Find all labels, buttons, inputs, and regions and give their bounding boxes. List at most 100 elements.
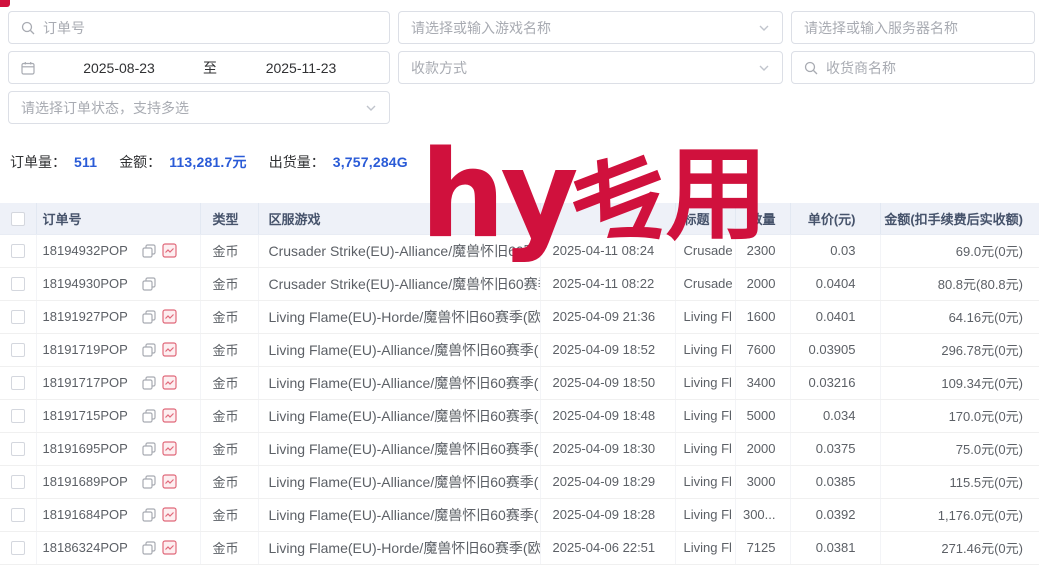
row-checkbox[interactable] [11,376,25,390]
row-checkbox-cell[interactable] [0,267,36,300]
order-status-select[interactable]: 请选择订单状态，支持多选 [8,91,390,124]
copy-icon[interactable] [142,541,156,555]
order-number-search-field[interactable] [8,11,390,44]
screenshot-image-icon[interactable] [162,243,177,258]
game-server-cell: Living Flame(EU)-Horde/魔兽怀旧60赛季(欧 [258,531,540,564]
order-number: 18191717POP [43,375,128,390]
stat-shipment-value: 3,757,284G [333,154,408,170]
qty-cell: 2300 [735,234,790,267]
type-cell: 金币 [200,399,258,432]
table-row: 18191717POP金币Living Flame(EU)-Alliance/魔… [0,366,1039,399]
amount-cell: 170.0元(0元) [880,399,1039,432]
row-checkbox[interactable] [11,475,25,489]
row-checkbox-cell[interactable] [0,432,36,465]
date-range-picker[interactable]: 2025-08-23 至 2025-11-23 [8,51,390,84]
screenshot-image-icon[interactable] [162,342,177,357]
unit-price-cell: 0.03 [790,234,880,267]
receiver-merchant-search-field[interactable] [791,51,1035,84]
table-row: 18194932POP金币Crusader Strike(EU)-Allianc… [0,234,1039,267]
type-cell: 金币 [200,465,258,498]
order-number-input[interactable] [43,20,377,36]
order-time-cell: 2025-04-09 18:52 [540,333,675,366]
row-checkbox[interactable] [11,277,25,291]
unit-price-cell: 0.034 [790,399,880,432]
screenshot-image-icon[interactable] [162,375,177,390]
copy-icon[interactable] [142,343,156,357]
chevron-down-icon[interactable] [758,22,770,34]
screenshot-image-icon[interactable] [162,309,177,324]
payment-method-select[interactable]: 收款方式 [398,51,783,84]
copy-icon[interactable] [142,508,156,522]
copy-icon[interactable] [142,310,156,324]
type-cell: 金币 [200,432,258,465]
order-no-cell: 18194930POP [36,267,200,300]
type-cell: 金币 [200,300,258,333]
screenshot-image-icon[interactable] [162,441,177,456]
header-time [540,203,675,234]
row-checkbox-cell[interactable] [0,234,36,267]
screenshot-image-icon[interactable] [162,507,177,522]
copy-icon[interactable] [142,244,156,258]
row-checkbox[interactable] [11,244,25,258]
row-checkbox-cell[interactable] [0,366,36,399]
qty-cell: 3400 [735,366,790,399]
qty-cell: 7600 [735,333,790,366]
order-time-cell: 2025-04-09 21:36 [540,300,675,333]
row-checkbox[interactable] [11,409,25,423]
table-row: 18191684POP金币Living Flame(EU)-Alliance/魔… [0,498,1039,531]
type-cell: 金币 [200,333,258,366]
header-qty: 数量 [735,203,790,234]
stat-shipment: 出货量： 3,757,284G [269,152,408,172]
screenshot-image-icon[interactable] [162,408,177,423]
order-no-cell: 18191695POP [36,432,200,465]
title-cell: Crusade [675,267,735,300]
help-icon[interactable]: ? [434,154,451,171]
title-cell: Living Fl [675,399,735,432]
type-cell: 金币 [200,234,258,267]
copy-icon[interactable] [142,475,156,489]
game-server-cell: Living Flame(EU)-Alliance/魔兽怀旧60赛季( [258,498,540,531]
table-body: 18194932POP金币Crusader Strike(EU)-Allianc… [0,234,1039,564]
select-all-checkbox[interactable] [11,212,25,226]
server-name-select[interactable]: 请选择或输入服务器名称 [791,11,1035,44]
copy-icon[interactable] [142,442,156,456]
select-all-checkbox-cell[interactable] [0,203,36,234]
game-server-cell: Crusader Strike(EU)-Alliance/魔兽怀旧60赛季 [258,267,540,300]
amount-cell: 75.0元(0元) [880,432,1039,465]
row-checkbox-cell[interactable] [0,498,36,531]
row-checkbox[interactable] [11,541,25,555]
payment-method-placeholder: 收款方式 [411,58,750,78]
date-end-value[interactable]: 2025-11-23 [225,60,377,76]
game-name-select[interactable]: 请选择或输入游戏名称 [398,11,783,44]
copy-icon[interactable] [142,376,156,390]
screenshot-image-icon[interactable] [162,540,177,555]
title-cell: Living Fl [675,300,735,333]
filter-panel: 请选择或输入游戏名称 请选择或输入服务器名称 2025-08-23 至 2025… [0,0,1039,124]
copy-icon[interactable] [142,277,156,291]
receiver-merchant-input[interactable] [826,60,1022,76]
row-checkbox[interactable] [11,343,25,357]
order-time-cell: 2025-04-11 08:22 [540,267,675,300]
row-checkbox[interactable] [11,310,25,324]
screenshot-image-icon[interactable] [162,474,177,489]
row-checkbox-cell[interactable] [0,531,36,564]
row-checkbox-cell[interactable] [0,465,36,498]
stat-order-count: 订单量： 511 [10,152,97,172]
qty-cell: 3000 [735,465,790,498]
chevron-down-icon[interactable] [758,62,770,74]
row-checkbox-cell[interactable] [0,333,36,366]
chevron-down-icon[interactable] [365,102,377,114]
title-cell: Living Fl [675,333,735,366]
row-checkbox-cell[interactable] [0,399,36,432]
order-time-cell: 2025-04-09 18:29 [540,465,675,498]
date-start-value[interactable]: 2025-08-23 [43,60,195,76]
copy-icon[interactable] [142,409,156,423]
row-checkbox[interactable] [11,442,25,456]
row-checkbox[interactable] [11,508,25,522]
row-checkbox-cell[interactable] [0,300,36,333]
date-range-separator: 至 [203,58,217,78]
amount-cell: 296.78元(0元) [880,333,1039,366]
type-cell: 金币 [200,267,258,300]
title-cell: Living Fl [675,432,735,465]
unit-price-cell: 0.0392 [790,498,880,531]
